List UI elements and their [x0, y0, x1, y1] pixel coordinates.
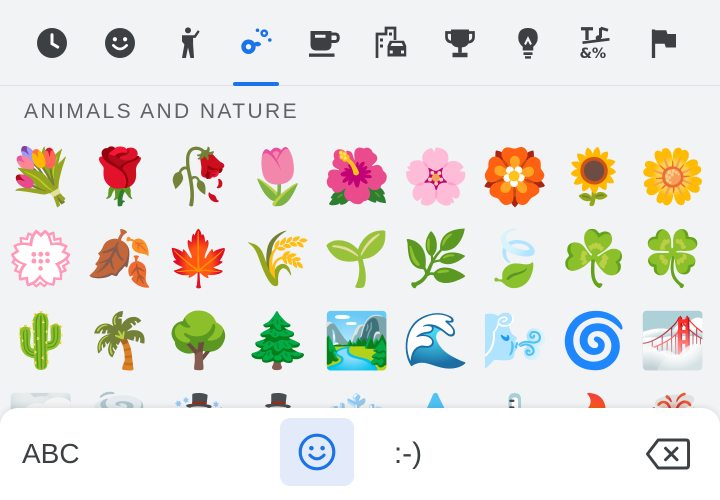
emoji-cell[interactable]: 🌷: [243, 138, 313, 216]
emoji-cell[interactable]: 🔥: [559, 384, 629, 411]
category-flags[interactable]: [642, 20, 686, 66]
category-objects[interactable]: [506, 20, 550, 66]
smiley-icon: [298, 433, 336, 471]
category-people[interactable]: [166, 20, 210, 66]
emoji-cell[interactable]: 🍀: [638, 220, 708, 298]
section-title: ANIMALS AND NATURE: [24, 100, 300, 123]
emoji-cell[interactable]: ⛄: [243, 384, 313, 411]
emoji-cell[interactable]: 🌲: [243, 302, 313, 380]
emoji-cell[interactable]: 🏵️: [480, 138, 550, 216]
emoji-cell[interactable]: 🌴: [85, 302, 155, 380]
clock-icon: [37, 28, 67, 58]
emoji-cell[interactable]: ❄️: [322, 384, 392, 411]
emoji-cell[interactable]: 🍂: [85, 220, 155, 298]
emoji-cell[interactable]: 🍁: [164, 220, 234, 298]
emoji-cell[interactable]: 🌀: [559, 302, 629, 380]
emoji-category-bar: &%: [0, 0, 720, 86]
emoji-cell[interactable]: 🍃: [480, 220, 550, 298]
emoji-cell[interactable]: 🌡️: [480, 384, 550, 411]
emoji-cell[interactable]: ☘️: [559, 220, 629, 298]
keyboard-bottom-bar: ABC :-): [0, 408, 720, 500]
backspace-icon: [645, 438, 691, 470]
emoji-cell[interactable]: 🌼: [638, 138, 708, 216]
emoji-cell[interactable]: 🌺: [322, 138, 392, 216]
category-food-drink[interactable]: [302, 20, 346, 66]
emoji-cell[interactable]: 🌊: [401, 302, 471, 380]
emoji-grid: 💐 🌹 🥀 🌷 🌺 🌸 🏵️ 🌻 🌼 💮 🍂 🍁 🌾 🌱 🌿 🍃 ☘️ 🍀 🌵 …: [6, 138, 714, 411]
trophy-icon: [445, 29, 475, 58]
delete-button[interactable]: [642, 434, 694, 474]
emoji-mode-button[interactable]: [280, 418, 354, 486]
active-category-indicator: [233, 82, 279, 86]
category-smileys[interactable]: [98, 20, 142, 66]
emoji-cell[interactable]: 🌳: [164, 302, 234, 380]
car-building-icon: [375, 26, 407, 58]
category-animals-nature[interactable]: [234, 20, 278, 66]
emoji-cell[interactable]: 💧: [401, 384, 471, 411]
emoji-cell[interactable]: 🌹: [85, 138, 155, 216]
emoji-cell[interactable]: 🌾: [243, 220, 313, 298]
emoji-cell[interactable]: 🌸: [401, 138, 471, 216]
category-symbols[interactable]: &%: [574, 20, 618, 66]
emoji-cell[interactable]: 🌁: [638, 302, 708, 380]
emoji-cell[interactable]: 🌿: [401, 220, 471, 298]
lightbulb-icon: [518, 28, 538, 59]
emoji-cell[interactable]: 💐: [6, 138, 76, 216]
emoji-cell[interactable]: 🥀: [164, 138, 234, 216]
emoji-cell[interactable]: 🏞️: [322, 302, 392, 380]
person-icon: [182, 27, 200, 58]
emoji-cell[interactable]: ☃️: [164, 384, 234, 411]
flag-icon: [651, 29, 676, 58]
symbols-icon: &%: [580, 26, 610, 61]
svg-text:&%: &%: [580, 46, 607, 61]
flower-icon: [241, 28, 272, 54]
coffee-cup-icon: [309, 31, 340, 57]
emoji-cell[interactable]: 🌫️: [6, 384, 76, 411]
category-travel-places[interactable]: [370, 20, 414, 66]
emoji-cell[interactable]: 🌵: [6, 302, 76, 380]
emoji-cell[interactable]: 🌬️: [480, 302, 550, 380]
emoji-cell[interactable]: 💮: [6, 220, 76, 298]
abc-button[interactable]: ABC: [22, 436, 102, 472]
category-recent[interactable]: [30, 20, 74, 66]
emoji-cell[interactable]: 🌻: [559, 138, 629, 216]
category-activities[interactable]: [438, 20, 482, 66]
emoji-cell[interactable]: 🌪️: [85, 384, 155, 411]
emoji-cell[interactable]: 🌋: [638, 384, 708, 411]
emoticon-button[interactable]: :-): [378, 434, 438, 474]
emoji-cell[interactable]: 🌱: [322, 220, 392, 298]
smiley-icon: [105, 28, 135, 58]
